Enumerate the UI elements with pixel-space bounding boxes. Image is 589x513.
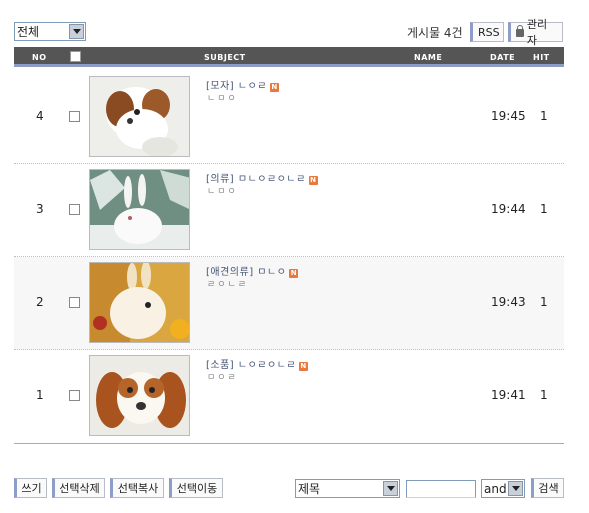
row-checkbox[interactable] — [69, 111, 80, 122]
rss-label: RSS — [478, 25, 500, 39]
header-no: NO — [32, 53, 47, 62]
post-subject-link[interactable]: [애견의류] ㅁㄴㅇ N — [206, 263, 299, 278]
search-field-selected: 제목 — [298, 482, 321, 496]
new-badge-icon: N — [289, 269, 299, 278]
post-title: ㄴㅇㄹㅇㄴㄹ — [237, 360, 297, 371]
chevron-down-icon[interactable] — [69, 24, 84, 39]
row-number: 1 — [36, 388, 44, 402]
row-checkbox[interactable] — [69, 390, 80, 401]
row-hit: 1 — [540, 295, 548, 309]
new-badge-icon: N — [308, 176, 318, 185]
search-field-select[interactable]: 제목 — [295, 479, 400, 498]
post-subject-link[interactable]: [소품] ㄴㅇㄹㅇㄴㄹ N — [206, 356, 309, 371]
list-header: NO SUBJECT NAME DATE HIT — [14, 47, 564, 67]
rss-button[interactable]: RSS — [470, 22, 504, 42]
post-subject-link[interactable]: [모자] ㄴㅇㄹ N — [206, 77, 279, 92]
table-row: 2 [애견의류] ㅁㄴㅇ N ㄹㅇㄴㄹ 19:43 1 — [14, 257, 564, 350]
white-rabbit-snow-thumbnail[interactable] — [89, 169, 190, 250]
header-name: NAME — [414, 53, 443, 62]
post-preview: ㄴㅁㅇ — [207, 94, 238, 104]
post-preview: ㄴㅁㅇ — [207, 187, 238, 197]
post-preview: ㅁㅇㄹ — [207, 373, 238, 383]
search-operator-selected: and — [484, 481, 507, 496]
row-date: 19:43 — [491, 295, 526, 309]
post-title: ㅁㄴㅇㄹㅇㄴㄹ — [237, 174, 306, 185]
row-checkbox[interactable] — [69, 204, 80, 215]
chevron-down-icon[interactable] — [383, 481, 398, 496]
search-input[interactable] — [406, 480, 476, 498]
search-label: 검색 — [538, 482, 559, 495]
search-operator-select[interactable]: and — [481, 479, 525, 498]
delete-selected-button[interactable]: 선택삭제 — [52, 478, 105, 498]
row-number: 3 — [36, 202, 44, 216]
row-number: 4 — [36, 109, 44, 123]
select-all-checkbox[interactable] — [70, 51, 81, 62]
post-subject-link[interactable]: [의류] ㅁㄴㅇㄹㅇㄴㄹ N — [206, 170, 318, 185]
post-preview: ㄹㅇㄴㄹ — [207, 280, 249, 290]
header-subject: SUBJECT — [204, 53, 246, 62]
admin-label: 관리자 — [526, 18, 548, 47]
new-badge-icon: N — [270, 83, 279, 92]
row-checkbox[interactable] — [69, 297, 80, 308]
chevron-down-icon[interactable] — [508, 481, 523, 496]
puppy-shihtzu-thumbnail[interactable] — [89, 76, 190, 157]
table-row: 3 [의류] ㅁㄴㅇㄹㅇㄴㄹ N ㄴㅁㅇ 19:44 1 — [14, 164, 564, 257]
lock-icon — [516, 25, 524, 37]
table-row: 4 [모자] ㄴㅇㄹ N ㄴㅁㅇ 19:45 1 — [14, 71, 564, 164]
post-title: ㅁㄴㅇ — [257, 267, 287, 278]
post-title: ㄴㅇㄹ — [237, 81, 267, 92]
category-selected-value: 전체 — [17, 25, 40, 39]
write-label: 쓰기 — [21, 482, 42, 495]
admin-button[interactable]: 관리자 — [508, 18, 563, 47]
table-row: 1 [소품] ㄴㅇㄹㅇㄴㄹ N ㅁㅇㄹ 19:41 1 — [14, 350, 564, 443]
row-hit: 1 — [540, 388, 548, 402]
row-date: 19:44 — [491, 202, 526, 216]
header-date: DATE — [490, 53, 516, 62]
row-hit: 1 — [540, 109, 548, 123]
new-badge-icon: N — [299, 362, 309, 371]
row-hit: 1 — [540, 202, 548, 216]
copy-selected-label: 선택복사 — [117, 482, 159, 495]
bunny-fruit-thumbnail[interactable] — [89, 262, 190, 343]
row-date: 19:45 — [491, 109, 526, 123]
delete-selected-label: 선택삭제 — [59, 482, 100, 495]
post-count: 게시물 4건 — [407, 26, 463, 40]
cavalier-puppy-thumbnail[interactable] — [89, 355, 190, 436]
list-bottom-divider — [14, 443, 564, 444]
write-button[interactable]: 쓰기 — [14, 478, 47, 498]
row-date: 19:41 — [491, 388, 526, 402]
move-selected-label: 선택이동 — [176, 482, 218, 495]
category-select[interactable]: 전체 — [14, 22, 86, 41]
copy-selected-button[interactable]: 선택복사 — [110, 478, 164, 498]
move-selected-button[interactable]: 선택이동 — [169, 478, 223, 498]
search-button[interactable]: 검색 — [531, 478, 564, 498]
row-number: 2 — [36, 295, 44, 309]
header-hit: HIT — [533, 53, 550, 62]
